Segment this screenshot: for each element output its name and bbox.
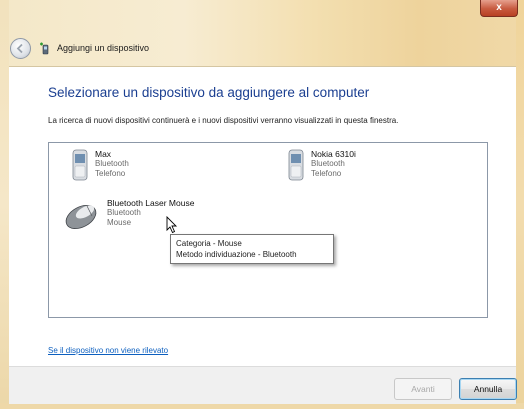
close-icon: x: [496, 2, 502, 13]
window-title: Aggiungi un dispositivo: [57, 43, 150, 53]
device-name: Max: [95, 149, 112, 159]
window-frame-top: [0, 0, 524, 70]
window-frame-right: [516, 0, 524, 409]
device-item-max[interactable]: Max Bluetooth Telefono: [71, 149, 129, 181]
device-connection: Bluetooth: [311, 159, 345, 168]
page-description: La ricerca di nuovi dispositivi continue…: [48, 116, 399, 125]
device-list[interactable]: Max Bluetooth Telefono Nokia 6310i Bluet…: [48, 142, 488, 318]
device-name: Bluetooth Laser Mouse: [107, 198, 195, 208]
tooltip-category: Categoria - Mouse: [176, 239, 242, 248]
mouse-icon: [65, 205, 97, 229]
device-name: Nokia 6310i: [311, 149, 356, 159]
back-button[interactable]: [10, 38, 31, 59]
device-item-nokia[interactable]: Nokia 6310i Bluetooth Telefono: [287, 149, 356, 181]
device-tooltip: Categoria - Mouse Metodo individuazione …: [170, 234, 334, 264]
window-title-area: Aggiungi un dispositivo: [38, 40, 149, 56]
page-heading: Selezionare un dispositivo da aggiungere…: [48, 85, 370, 100]
back-arrow-icon: [16, 43, 23, 54]
device-connection: Bluetooth: [107, 208, 141, 217]
tooltip-method: Metodo individuazione - Bluetooth: [176, 250, 297, 259]
device-type: Telefono: [95, 169, 126, 178]
phone-icon: [72, 149, 88, 181]
add-device-icon: [40, 42, 49, 55]
phone-icon: [288, 149, 304, 181]
close-button[interactable]: x: [480, 0, 518, 17]
device-type: Telefono: [311, 169, 342, 178]
device-not-detected-link[interactable]: Se il dispositivo non viene rilevato: [48, 346, 168, 355]
window-frame-left: [0, 0, 9, 409]
next-button[interactable]: Avanti: [394, 378, 452, 400]
device-connection: Bluetooth: [95, 159, 129, 168]
device-type: Mouse: [107, 218, 132, 227]
cancel-button[interactable]: Annulla: [459, 378, 517, 400]
mouse-pointer-icon: [166, 216, 178, 234]
